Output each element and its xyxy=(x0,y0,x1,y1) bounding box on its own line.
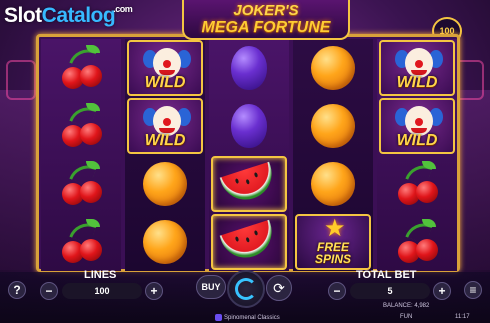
balance-readout: BALANCE: 4,982 xyxy=(383,303,430,309)
cherry-icon xyxy=(58,43,104,91)
bet-plus-button[interactable]: + xyxy=(433,282,451,300)
lines-value: 100 xyxy=(62,283,142,299)
wild-label: WILD xyxy=(144,132,186,149)
reel-5-cell-1: WILD xyxy=(377,39,457,97)
total-bet-value: 5 xyxy=(350,283,430,299)
reels-frame: WILD WILD ★ FREE SPINS WILD WILD xyxy=(36,34,460,272)
slotcatalog-watermark: SlotCatalog.com xyxy=(4,4,134,28)
reel-2-cell-2: WILD xyxy=(125,97,205,155)
free-spins-symbol: ★ FREE SPINS xyxy=(295,214,371,270)
reel-4-cell-1 xyxy=(293,39,373,97)
spin-button[interactable] xyxy=(227,270,265,308)
game-logo: JOKER'S MEGA FORTUNE xyxy=(182,0,350,40)
provider-logo-icon xyxy=(215,314,222,321)
wild-symbol: WILD xyxy=(379,40,455,96)
background-neon-sign-left xyxy=(6,60,36,100)
logo-line1: JOKER'S xyxy=(233,2,299,19)
cherry-icon xyxy=(58,101,104,149)
reel-4-cell-4: ★ FREE SPINS xyxy=(293,213,373,271)
reel-2-cell-4 xyxy=(125,213,205,271)
lines-label: LINES xyxy=(84,269,117,281)
watermelon-icon xyxy=(219,219,279,265)
watermelon-icon xyxy=(219,161,279,207)
reel-3-cell-3 xyxy=(209,155,289,213)
reel-1 xyxy=(41,39,121,271)
reel-1-cell-4 xyxy=(41,213,121,271)
cherry-icon xyxy=(394,159,440,207)
wild-label: WILD xyxy=(396,74,438,91)
reel-1-cell-2 xyxy=(41,97,121,155)
cherry-icon xyxy=(394,217,440,265)
reel-3-cell-1 xyxy=(209,39,289,97)
free-spins-line2: SPINS xyxy=(314,252,351,266)
reel-5-cell-3 xyxy=(377,155,457,213)
provider-name: Spinomenal Classics xyxy=(224,315,280,322)
cherry-icon xyxy=(58,217,104,265)
reel-3-cell-4 xyxy=(209,213,289,271)
reel-3-cell-2 xyxy=(209,97,289,155)
menu-button[interactable]: ≡ xyxy=(464,281,482,299)
reel-1-cell-1 xyxy=(41,39,121,97)
reel-1-cell-3 xyxy=(41,155,121,213)
reel-3 xyxy=(209,39,289,271)
lines-minus-button[interactable]: − xyxy=(40,282,58,300)
reel-4-cell-2 xyxy=(293,97,373,155)
reel-2: WILD WILD xyxy=(125,39,205,271)
reel-2-cell-1: WILD xyxy=(125,39,205,97)
autoplay-icon: ⟳ xyxy=(273,280,285,296)
orange-icon xyxy=(311,46,355,90)
logo-line2: MEGA FORTUNE xyxy=(201,19,331,36)
plum-icon xyxy=(231,104,267,148)
orange-icon xyxy=(311,162,355,206)
clock: 11:17 xyxy=(455,314,470,320)
reel-5-cell-4 xyxy=(377,213,457,271)
reel-5-cell-2: WILD xyxy=(377,97,457,155)
orange-icon xyxy=(143,220,187,264)
buy-button[interactable]: BUY xyxy=(196,275,226,299)
wild-symbol: WILD xyxy=(127,98,203,154)
watermelon-symbol xyxy=(211,214,287,270)
watermark-slot: Slot xyxy=(4,4,42,27)
orange-icon xyxy=(311,104,355,148)
cherry-icon xyxy=(58,159,104,207)
background-slot-machines-left xyxy=(0,90,40,270)
reel-5: WILD WILD xyxy=(377,39,457,271)
reel-4: ★ FREE SPINS xyxy=(293,39,373,271)
wild-symbol: WILD xyxy=(379,98,455,154)
lines-plus-button[interactable]: + xyxy=(145,282,163,300)
provider-label: Spinomenal Classics xyxy=(215,314,280,321)
total-bet-label: TOTAL BET xyxy=(356,269,417,281)
mode-indicator: FUN xyxy=(400,314,413,320)
reel-4-cell-3 xyxy=(293,155,373,213)
wild-symbol: WILD xyxy=(127,40,203,96)
star-icon: ★ xyxy=(324,215,346,242)
orange-icon xyxy=(143,162,187,206)
watermark-catalog: Catalog xyxy=(41,4,116,27)
wild-label: WILD xyxy=(144,74,186,91)
plum-icon xyxy=(231,46,267,90)
watermelon-symbol xyxy=(211,156,287,212)
wild-label: WILD xyxy=(396,132,438,149)
bet-minus-button[interactable]: − xyxy=(328,282,346,300)
autoplay-button[interactable]: ⟳ xyxy=(266,275,292,301)
reel-2-cell-3 xyxy=(125,155,205,213)
watermark-com: .com xyxy=(113,4,133,14)
spin-icon xyxy=(235,278,257,300)
help-button[interactable]: ? xyxy=(8,281,26,299)
